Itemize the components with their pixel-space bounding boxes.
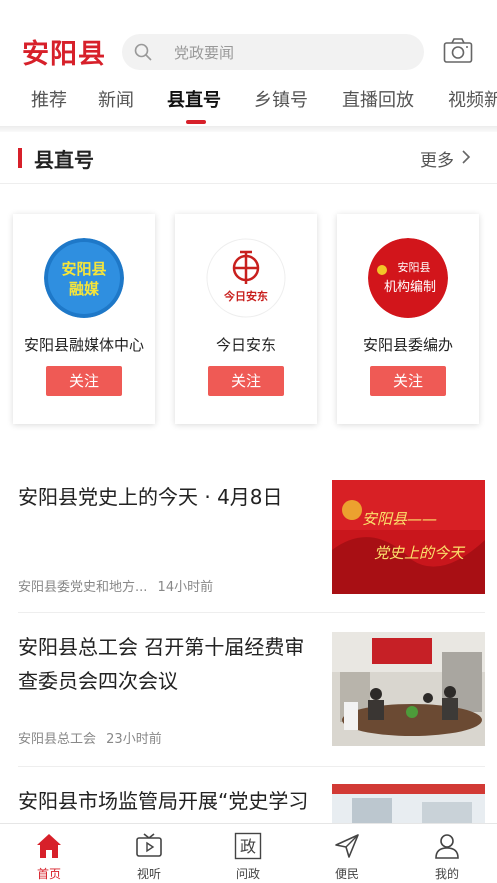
tv-play-icon — [136, 833, 162, 857]
svg-text:政: 政 — [240, 837, 256, 856]
svg-text:党史上的今天: 党史上的今天 — [374, 544, 466, 562]
nav-media[interactable]: 视听 — [119, 824, 179, 883]
follow-button[interactable]: 关注 — [208, 366, 284, 396]
news-item[interactable]: 安阳县市场监管局开展“党史学习教育”党史学习教育活 — [0, 784, 497, 824]
nav-label: 便民 — [334, 867, 359, 881]
svg-text:安阳县: 安阳县 — [398, 260, 431, 274]
news-item[interactable]: 安阳县总工会 召开第十届经费审查委员会四次会议 安阳县总工会 23小时前 — [0, 630, 497, 750]
svg-text:安阳县: 安阳县 — [61, 260, 106, 278]
tab-news[interactable]: 新闻 — [98, 86, 134, 112]
svg-text:机构编制: 机构编制 — [384, 280, 436, 295]
nav-wenzheng[interactable]: 政 问政 — [218, 824, 278, 883]
chevron-right-icon[interactable] — [460, 148, 472, 166]
jinri-andong-logo: 今日安东 — [206, 238, 286, 318]
send-icon — [335, 834, 359, 858]
home-icon — [37, 834, 61, 858]
account-card-bianban[interactable]: 安阳县 机构编制 安阳县委编办 关注 — [337, 214, 479, 424]
news-meta: 安阳县委党史和地方... 14小时前 — [18, 576, 213, 595]
search-bar[interactable]: 党政要闻 — [122, 34, 424, 70]
zheng-icon: 政 — [234, 832, 262, 860]
news-thumbnail — [332, 784, 485, 824]
svg-text:今日安东: 今日安东 — [223, 289, 268, 303]
section-title: 县直号 — [34, 148, 94, 172]
news-title: 安阳县市场监管局开展“党史学习教育”党史学习教育活 — [18, 789, 309, 824]
follow-button[interactable]: 关注 — [370, 366, 446, 396]
nav-bianmin[interactable]: 便民 — [317, 824, 377, 883]
channel-tabs: 推荐 新闻 县直号 乡镇号 直播回放 视频新 — [0, 86, 497, 122]
svg-text:融媒: 融媒 — [69, 280, 100, 298]
bianban-logo: 安阳县 机构编制 — [368, 238, 448, 318]
active-tab-indicator — [186, 120, 206, 124]
account-name: 安阳县融媒体中心 — [23, 336, 144, 354]
nav-label: 视听 — [136, 867, 161, 881]
svg-text:安阳县——: 安阳县—— — [362, 510, 437, 528]
account-card-rongmei[interactable]: 安阳县 融媒 安阳县融媒体中心 关注 — [13, 214, 155, 424]
news-time: 14小时前 — [157, 580, 214, 595]
tab-county-accounts[interactable]: 县直号 — [167, 86, 221, 112]
nav-mine[interactable]: 我的 — [417, 824, 477, 883]
more-link[interactable]: 更多 — [420, 146, 454, 171]
section-header: 县直号 更多 — [0, 132, 497, 184]
nav-home[interactable]: 首页 — [19, 824, 79, 883]
news-source: 安阳县总工会 — [18, 732, 97, 747]
nav-label: 首页 — [36, 867, 61, 881]
tab-video-news[interactable]: 视频新 — [448, 86, 497, 112]
news-meta: 安阳县总工会 23小时前 — [18, 728, 162, 747]
news-divider — [18, 612, 485, 613]
nav-label: 问政 — [235, 867, 260, 881]
news-item[interactable]: 安阳县党史上的今天 · 4月8日 安阳县委党史和地方... 14小时前 安阳县—… — [0, 478, 497, 598]
news-source: 安阳县委党史和地方... — [18, 580, 148, 595]
section-accent-bar — [18, 148, 22, 168]
camera-icon[interactable] — [443, 37, 473, 65]
news-time: 23小时前 — [106, 732, 162, 747]
tab-township-accounts[interactable]: 乡镇号 — [254, 86, 308, 112]
follow-button[interactable]: 关注 — [46, 366, 122, 396]
account-name: 安阳县委编办 — [362, 336, 453, 354]
bottom-navigation: 首页 视听 政 问政 便民 我的 — [0, 823, 497, 883]
app-logo[interactable]: 安阳县 — [22, 32, 106, 71]
news-title: 安阳县总工会 召开第十届经费审查委员会四次会议 — [18, 635, 305, 693]
nav-label: 我的 — [434, 867, 459, 881]
account-card-jinri-andong[interactable]: 今日安东 今日安东 关注 — [175, 214, 317, 424]
user-icon — [435, 834, 459, 859]
tab-live-replay[interactable]: 直播回放 — [342, 86, 414, 112]
search-placeholder: 党政要闻 — [174, 44, 235, 62]
account-name: 今日安东 — [215, 336, 276, 354]
search-icon — [134, 43, 152, 61]
news-thumbnail — [332, 632, 485, 746]
news-thumbnail: 安阳县—— 党史上的今天 — [332, 480, 485, 594]
news-title: 安阳县党史上的今天 · 4月8日 — [18, 485, 283, 509]
news-divider — [18, 766, 485, 767]
tab-recommend[interactable]: 推荐 — [31, 86, 67, 112]
rongmei-logo: 安阳县 融媒 — [44, 238, 124, 318]
